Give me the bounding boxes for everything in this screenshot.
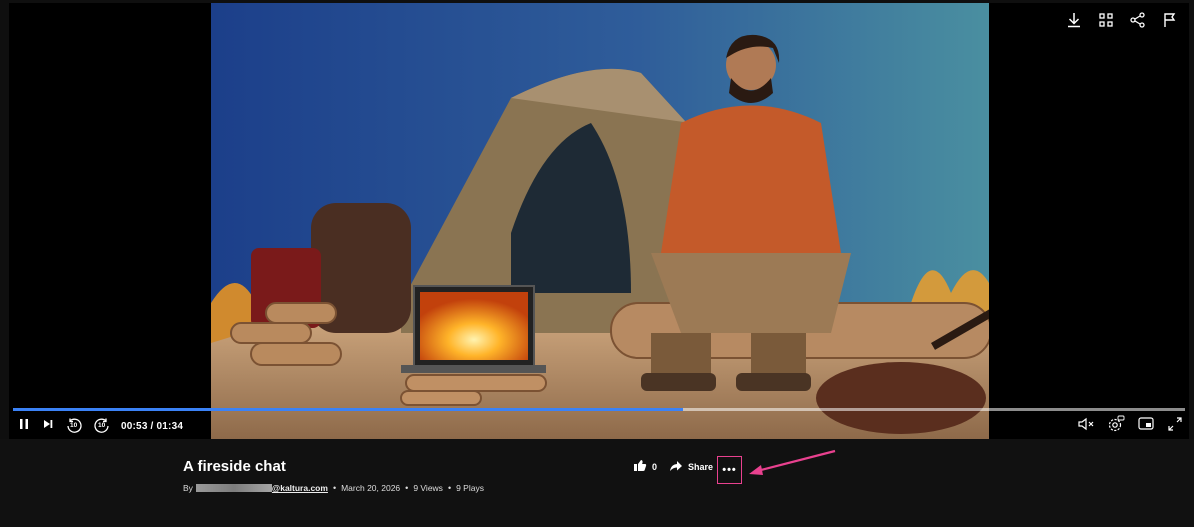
time-display: 00:53 / 01:34 [121,420,184,432]
mute-icon[interactable] [1077,417,1095,436]
share-button[interactable]: Share [669,460,713,474]
next-icon[interactable] [41,417,55,436]
share-label: Share [688,461,714,472]
forward-10-icon[interactable]: 10 [93,417,111,435]
video-player[interactable]: 10 10 00:53 / 01:34 [9,3,1189,439]
pip-icon[interactable] [1137,416,1155,437]
like-button[interactable]: 0 [633,459,657,474]
share-arrow-icon [669,460,683,474]
flag-icon[interactable] [1161,11,1179,29]
separator-dot: • [332,483,337,493]
forward-seconds-label: 10 [98,422,106,429]
by-prefix: By [183,483,193,493]
media-plays: 9 Plays [456,483,484,493]
thumbs-up-icon [633,459,647,474]
download-icon[interactable] [1065,11,1083,29]
separator-dot: • [405,483,409,493]
fullscreen-icon[interactable] [1167,416,1183,437]
media-actions: 0 Share [633,459,713,474]
like-count: 0 [652,461,658,472]
redacted-author-name [195,484,272,492]
more-options-label: ••• [722,464,737,476]
player-controls: 10 10 00:53 / 01:34 [9,413,1189,439]
grid-icon[interactable] [1097,11,1115,29]
annotation-arrow [749,449,836,475]
rewind-seconds-label: 10 [70,422,78,429]
share-icon[interactable] [1129,11,1147,29]
pause-icon[interactable] [17,417,31,436]
media-date: March 20, 2026 [341,483,401,493]
video-frame[interactable] [211,3,989,439]
seek-bar-progress [13,408,684,411]
media-views: 9 Views [413,483,443,493]
rewind-10-icon[interactable]: 10 [65,417,83,435]
media-title: A fireside chat [183,458,286,475]
more-options-button[interactable]: ••• [717,456,742,484]
media-info-panel [0,439,1194,527]
separator-dot: • [447,483,452,493]
seek-bar[interactable] [13,408,1185,411]
settings-icon[interactable] [1107,415,1125,438]
player-top-toolbar [1065,11,1179,29]
author-email-link[interactable]: @kaltura.com [272,483,328,493]
media-byline: By @kaltura.com • March 20, 2026 • 9 Vie… [183,483,484,493]
video-scene-image [211,3,989,439]
